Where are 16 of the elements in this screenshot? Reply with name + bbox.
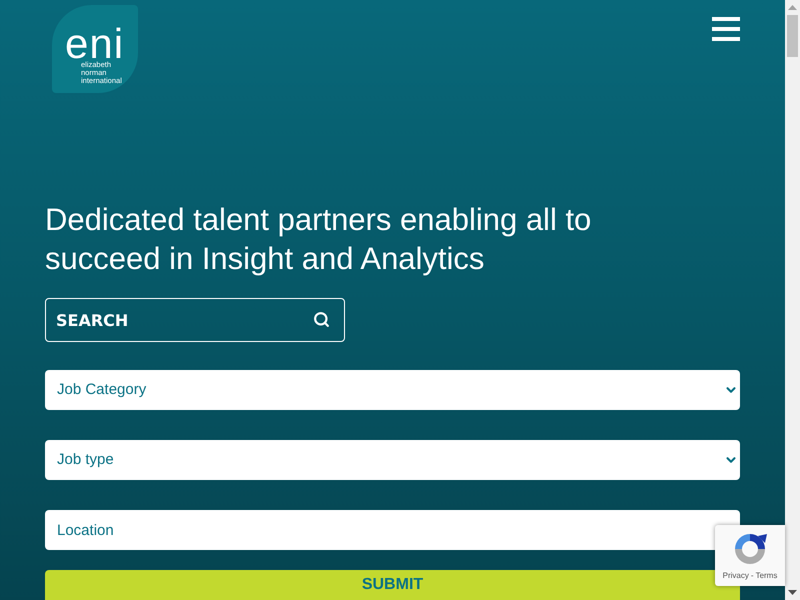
terms-link[interactable]: Terms [756, 570, 778, 582]
link-separator: - [750, 570, 754, 582]
hero-headline: Dedicated talent partners enabling all to succeed in Insight and Analytics [45, 201, 592, 278]
scrollbar-track[interactable] [785, 0, 800, 600]
menu-icon [712, 17, 740, 41]
input-field[interactable]: Location [45, 510, 740, 550]
select-value: Job type [57, 450, 114, 470]
search-field[interactable]: SEARCH [45, 298, 345, 342]
scroll-down-arrow-icon[interactable] [788, 590, 797, 595]
select-field[interactable]: Job Category [45, 370, 740, 410]
scrollbar-thumb[interactable] [787, 15, 798, 57]
select-field[interactable]: Job type [45, 440, 740, 480]
search-icon[interactable] [313, 311, 330, 328]
menu-button[interactable] [712, 17, 740, 41]
logo-mark: eni [65, 27, 126, 61]
select-value: Job Category [57, 380, 146, 400]
